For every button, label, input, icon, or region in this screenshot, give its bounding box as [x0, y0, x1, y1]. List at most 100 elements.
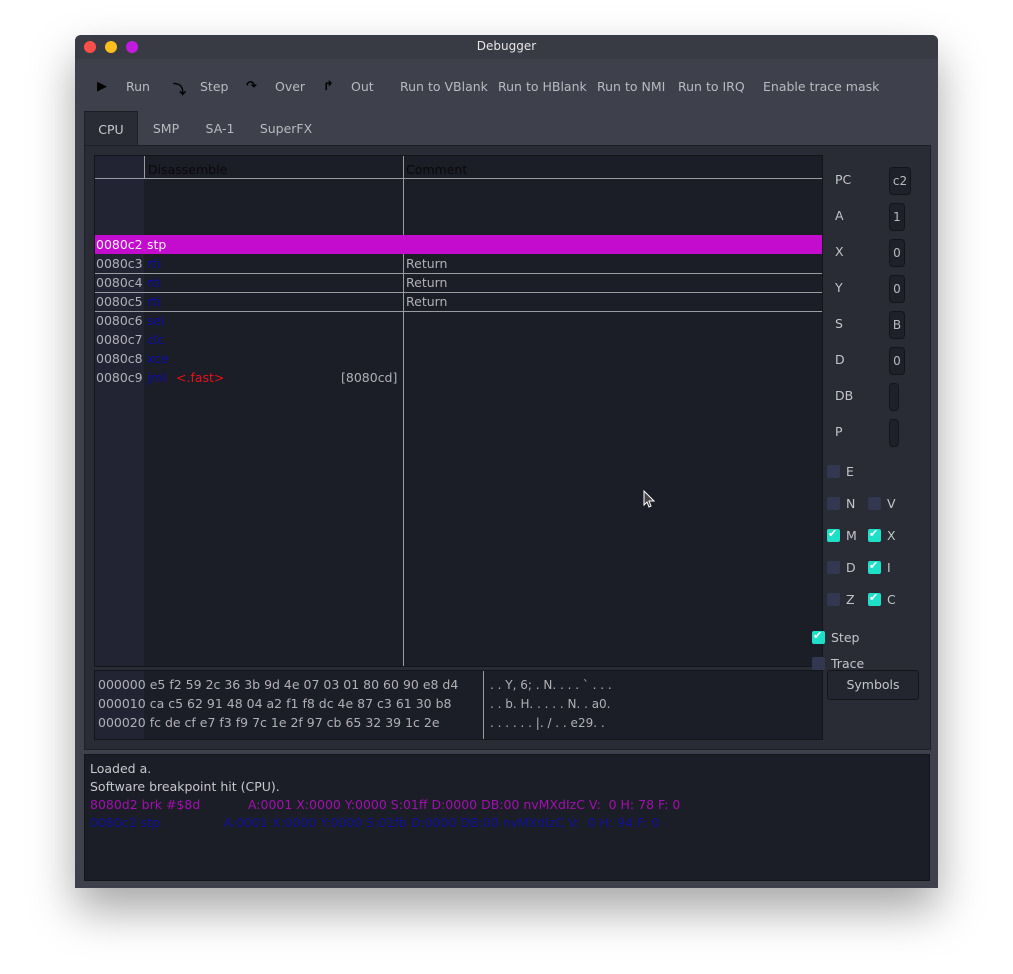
cpu-panel: Disassemble Comment 0080c2 stp 0080c3 rti Re…: [84, 145, 931, 750]
register-label-db: DB: [835, 388, 854, 403]
header-disassemble[interactable]: Disassemble: [148, 162, 227, 177]
register-label-x: X: [835, 244, 844, 259]
register-label-pc: PC: [835, 172, 852, 187]
flag-label-c: C: [887, 592, 896, 607]
hex-address: 000020: [98, 715, 146, 730]
flag-checkbox-z[interactable]: [827, 593, 840, 606]
row-target: [8080cd]: [341, 370, 398, 385]
row-address: 0080c2: [96, 237, 143, 252]
flag-checkbox-m[interactable]: [827, 527, 840, 542]
flag-checkbox-v[interactable]: [868, 497, 881, 510]
hex-bytes: ca c5 62 91 48 04 a2 f1 f8 dc 4e 87 c3 6…: [149, 696, 452, 711]
row-address: 0080c8: [96, 351, 143, 366]
hex-ascii: . . b. H. . . . . N. . a0.: [490, 697, 611, 711]
address-column: [95, 156, 144, 666]
row-address: 0080c5: [96, 294, 143, 309]
step-button[interactable]: Step: [200, 79, 228, 94]
flag-label-n: N: [846, 496, 856, 511]
row-address: 0080c7: [96, 332, 143, 347]
disassembly-row[interactable]: 0080c5 rti Return: [95, 292, 822, 312]
header-comment[interactable]: Comment: [406, 162, 467, 177]
flag-label-v: V: [887, 496, 896, 511]
flag-label-x: X: [887, 528, 896, 543]
flag-checkbox-e[interactable]: [827, 465, 840, 478]
table-header: Disassemble Comment: [95, 156, 822, 179]
row-comment: Return: [406, 294, 448, 309]
disassembly-row[interactable]: 0080c2 stp: [95, 235, 822, 254]
hex-row: 000000 e5 f2 59 2c 36 3b 9d 4e 07 03 01 …: [98, 677, 458, 692]
hex-ascii: . . . . . . |. / . . e29. .: [490, 716, 605, 730]
flag-label-m: M: [846, 528, 857, 543]
out-button[interactable]: Out: [351, 79, 374, 94]
column-divider: [403, 156, 404, 666]
hex-ascii: . . Y, 6; . N. . . . ` . . .: [490, 678, 612, 692]
hex-bytes: fc de cf e7 f3 f9 7c 1e 2f 97 cb 65 32 3…: [149, 715, 440, 730]
register-field-p[interactable]: [889, 419, 899, 447]
flag-checkbox-x[interactable]: [868, 527, 881, 542]
register-field-a[interactable]: 1: [889, 203, 905, 231]
trace-checkbox[interactable]: [812, 657, 825, 670]
row-opcode: jml: [147, 370, 167, 385]
run-to-vblank-button[interactable]: Run to VBlank: [400, 79, 488, 94]
play-icon[interactable]: ▶: [97, 79, 107, 94]
register-field-x[interactable]: 0: [889, 239, 905, 267]
disassembly-row[interactable]: 0080c6 sei: [95, 311, 822, 330]
register-field-pc[interactable]: c2: [889, 167, 911, 195]
disassembly-row[interactable]: 0080c7 clc: [95, 330, 822, 349]
step-into-icon[interactable]: ⤵: [173, 79, 186, 98]
over-button[interactable]: Over: [275, 79, 305, 94]
register-field-s[interactable]: B: [889, 311, 905, 339]
flag-checkbox-d[interactable]: [827, 561, 840, 574]
row-opcode: rti: [147, 256, 161, 271]
tab-superfx[interactable]: SuperFX: [254, 111, 318, 146]
disassembly-row[interactable]: 0080c9 jml <.fast> [8080cd]: [95, 368, 822, 387]
run-button[interactable]: Run: [126, 79, 150, 94]
register-field-db[interactable]: [889, 383, 899, 411]
step-label: Step: [831, 630, 860, 645]
hex-ascii-divider: [483, 671, 484, 739]
row-opcode: clc: [147, 332, 165, 347]
step-checkbox[interactable]: [812, 629, 825, 644]
tab-cpu[interactable]: CPU: [84, 111, 138, 147]
register-field-y[interactable]: 0: [889, 275, 905, 303]
trace-label: Trace: [831, 656, 865, 671]
register-field-d[interactable]: 0: [889, 347, 905, 375]
row-address: 0080c9: [96, 370, 143, 385]
flag-checkbox-i[interactable]: [868, 559, 881, 574]
run-to-nmi-button[interactable]: Run to NMI: [597, 79, 665, 94]
hex-address: 000000: [98, 677, 146, 692]
debugger-window: Debugger ▶ Run ⤵ Step ↷ Over ↱ Out Run t…: [75, 35, 938, 888]
tab-sa1[interactable]: SA-1: [196, 111, 244, 146]
tab-smp[interactable]: SMP: [142, 111, 190, 146]
flag-label-i: I: [887, 560, 891, 575]
register-label-p: P: [835, 424, 843, 439]
log-output[interactable]: Loaded a. Software breakpoint hit (CPU). 8…: [84, 754, 930, 881]
disassembly-row[interactable]: 0080c8 xce: [95, 349, 822, 368]
mouse-cursor-icon: [643, 490, 655, 508]
disassembly-row[interactable]: 0080c4 rti Return: [95, 273, 822, 293]
enable-trace-mask-button[interactable]: Enable trace mask: [763, 79, 879, 94]
step-over-icon[interactable]: ↷: [246, 79, 257, 94]
log-line: Loaded a.: [90, 761, 152, 776]
flag-checkbox-n[interactable]: [827, 497, 840, 510]
row-opcode: rti: [147, 275, 161, 290]
hex-bytes: e5 f2 59 2c 36 3b 9d 4e 07 03 01 80 60 9…: [149, 677, 459, 692]
disassembly-table[interactable]: Disassemble Comment 0080c2 stp 0080c3 rti Re…: [94, 155, 823, 667]
row-opcode: xce: [147, 351, 169, 366]
log-line: 8080d2 brk #$8d A:0001 X:0000 Y:0000 S:0…: [90, 797, 681, 812]
row-label: <.fast>: [176, 370, 225, 385]
run-to-hblank-button[interactable]: Run to HBlank: [498, 79, 587, 94]
row-comment: Return: [406, 275, 448, 290]
flag-checkbox-c[interactable]: [868, 591, 881, 606]
symbols-button[interactable]: Symbols: [827, 670, 919, 700]
row-opcode: sei: [147, 313, 165, 328]
register-label-s: S: [835, 316, 843, 331]
hex-address: 000010: [98, 696, 146, 711]
column-divider: [144, 156, 145, 178]
row-address: 0080c4: [96, 275, 143, 290]
memory-hexdump[interactable]: 000000 e5 f2 59 2c 36 3b 9d 4e 07 03 01 …: [94, 670, 823, 740]
disassembly-row[interactable]: 0080c3 rti Return: [95, 254, 822, 274]
run-to-irq-button[interactable]: Run to IRQ: [678, 79, 745, 94]
step-out-icon[interactable]: ↱: [323, 79, 334, 94]
row-opcode: stp: [147, 237, 167, 252]
